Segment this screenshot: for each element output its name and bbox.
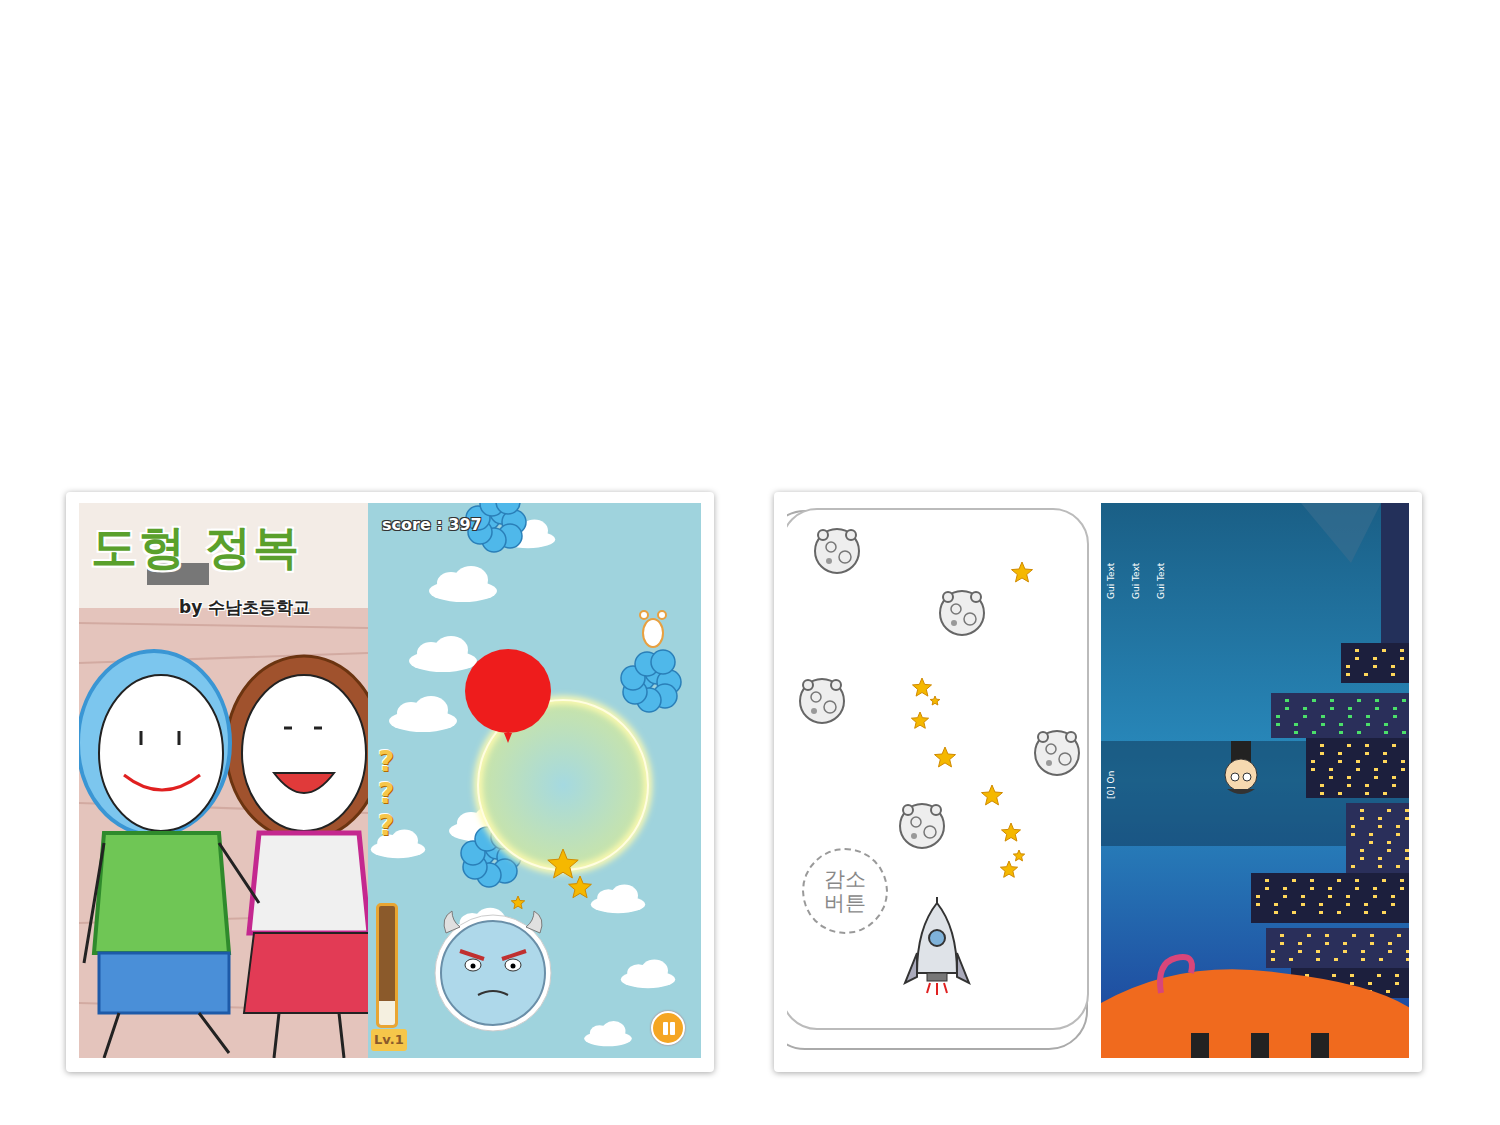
page: 도형 정복 by 수남초등학교 score : 397??? Lv.1 감소버튼 Gui … — [0, 0, 1500, 1125]
character-icon — [1225, 741, 1257, 794]
score-label: score : 397 — [382, 513, 482, 537]
gui-text: Gui Text — [1105, 563, 1119, 599]
hint-mark: ? — [378, 780, 394, 808]
pause-button[interactable] — [651, 1011, 685, 1045]
hint-list: ??? — [378, 748, 394, 840]
monster-icon — [435, 911, 551, 1031]
screenshot-card: 감소버튼 Gui Text Gui Text Gui Text [0] On — [774, 492, 1422, 1072]
level-label: Lv.1 — [371, 1029, 407, 1051]
hint-mark: ? — [378, 748, 394, 776]
game-author: by 수남초등학교 — [179, 595, 310, 621]
screenshot-strip: 도형 정복 by 수남초등학교 score : 397??? Lv.1 — [79, 503, 701, 1058]
gui-text: Gui Text — [1130, 563, 1144, 599]
hint-mark: ? — [378, 812, 394, 840]
rocket-scene-icon — [787, 503, 1101, 1058]
game-title: 도형 정복 — [91, 513, 301, 582]
night-screen: Gui Text Gui Text Gui Text [0] On — [1101, 503, 1409, 1058]
bear-icon — [640, 611, 666, 647]
rocket-screen: 감소버튼 — [787, 503, 1101, 1058]
night-scene-icon — [1101, 503, 1409, 1058]
level-fill — [379, 1001, 395, 1025]
button-label: 버튼 — [824, 891, 866, 915]
balloon-screen: score : 397??? Lv.1 — [368, 503, 701, 1058]
rocket-icon — [905, 897, 969, 995]
cover-drawing-icon — [79, 503, 368, 1058]
button-label: 감소 — [824, 867, 866, 891]
level-gauge — [376, 903, 398, 1028]
cover-screen: 도형 정복 by 수남초등학교 — [79, 503, 368, 1058]
decrease-button[interactable]: 감소버튼 — [802, 848, 888, 934]
card-row: 도형 정복 by 수남초등학교 score : 397??? Lv.1 감소버튼 Gui … — [0, 492, 1500, 1072]
balloon-scene-icon — [368, 503, 701, 1058]
toggle-label[interactable]: [0] On — [1105, 771, 1119, 799]
screenshot-card: 도형 정복 by 수남초등학교 score : 397??? Lv.1 — [66, 492, 714, 1072]
screenshot-strip: 감소버튼 Gui Text Gui Text Gui Text [0] On — [787, 503, 1409, 1058]
gui-text: Gui Text — [1155, 563, 1169, 599]
creature-icon — [1101, 957, 1409, 1058]
